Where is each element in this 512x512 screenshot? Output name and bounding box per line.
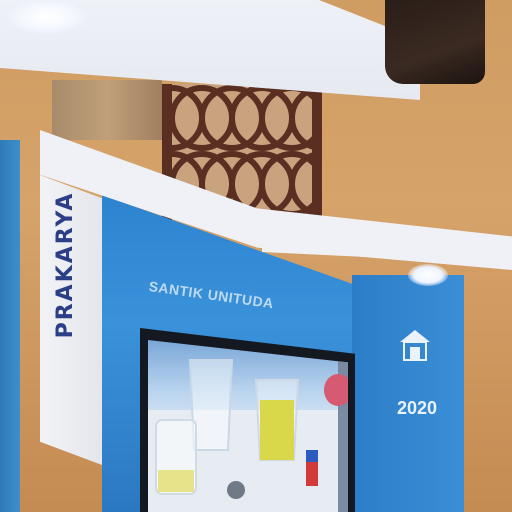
booth-side-wall — [352, 275, 464, 512]
house-logo-icon — [398, 328, 432, 364]
logo-caption — [380, 372, 454, 386]
speaker — [385, 0, 485, 84]
left-blue-panel — [0, 140, 20, 512]
year-label: 2020 — [396, 398, 438, 418]
monitor-screen — [148, 340, 348, 512]
ceiling-spotlight — [408, 264, 448, 286]
wood-column — [52, 80, 162, 140]
test-tube-icon — [155, 419, 197, 495]
signboard-label: PRAKARYA — [52, 191, 78, 339]
ceiling-light — [8, 0, 86, 34]
beaker-yellow-icon — [254, 379, 300, 461]
